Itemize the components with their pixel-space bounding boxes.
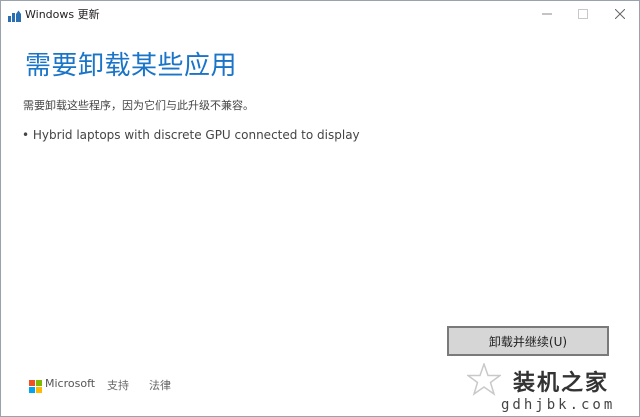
watermark: 装机之家 gdhjbk.com [461, 361, 639, 416]
uninstall-and-continue-button[interactable]: 卸载并继续(U) [447, 326, 609, 356]
window-title: Windows 更新 [25, 8, 100, 21]
star-icon [465, 361, 503, 397]
maximize-icon [578, 4, 588, 23]
watermark-url: gdhjbk.com [501, 397, 616, 413]
watermark-title: 装机之家 [513, 370, 610, 396]
maximize-button[interactable] [565, 1, 601, 25]
close-button[interactable] [602, 1, 638, 25]
minimize-button[interactable] [529, 1, 565, 25]
legal-link[interactable]: 法律 [149, 377, 171, 393]
close-icon [614, 4, 626, 23]
minimize-icon [542, 4, 552, 23]
support-link[interactable]: 支持 [107, 377, 129, 393]
microsoft-brand: Microsoft [45, 377, 96, 390]
list-item: • Hybrid laptops with discrete GPU conne… [22, 128, 360, 142]
title-bar[interactable]: Windows 更新 [1, 1, 639, 25]
windows-update-dialog: Windows 更新 需要卸载某些应用 需要卸载这些程序，因为它们与此升级不兼容… [0, 0, 640, 417]
page-description: 需要卸载这些程序，因为它们与此升级不兼容。 [23, 99, 254, 112]
windows-update-icon [8, 7, 21, 22]
page-title: 需要卸载某些应用 [25, 51, 238, 81]
microsoft-logo-icon [29, 378, 42, 393]
